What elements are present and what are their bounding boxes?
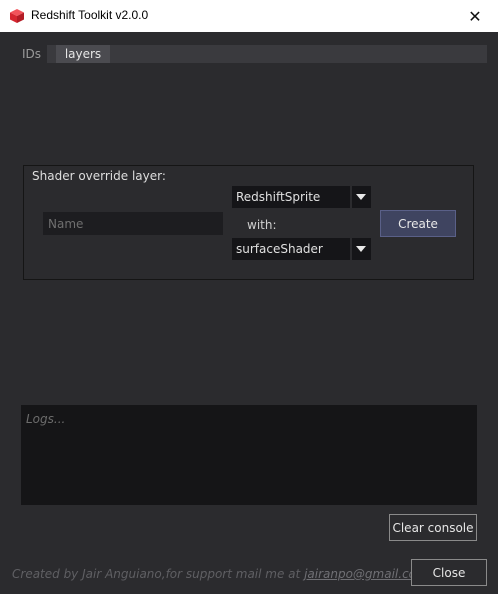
dropdown-divider [350,186,352,208]
source-shader-dropdown[interactable]: RedshiftSprite [232,186,371,208]
window-titlebar: Redshift Toolkit v2.0.0 ✕ [0,0,498,32]
create-button[interactable]: Create [380,210,456,237]
window-title: Redshift Toolkit v2.0.0 [31,8,149,22]
close-button[interactable]: Close [411,559,487,586]
shader-override-title: Shader override layer: [32,169,166,183]
tab-bar: IDs layers [18,45,487,63]
tab-layers[interactable]: layers [56,45,110,63]
tab-ids[interactable]: IDs [18,45,48,63]
footer-credit: Created by Jair Anguiano,for support mai… [12,567,428,581]
target-shader-dropdown[interactable]: surfaceShader [232,238,371,260]
credit-text: Created by Jair Anguiano,for support mai… [12,567,305,581]
support-email-link[interactable]: jairanpo@gmail.com [304,567,428,581]
with-label: with: [247,218,277,232]
chevron-down-icon [356,246,366,252]
target-shader-value: surfaceShader [236,242,323,256]
source-shader-value: RedshiftSprite [236,190,321,204]
dropdown-divider [350,238,352,260]
window-close-icon[interactable]: ✕ [452,0,498,32]
logs-console[interactable] [21,405,477,505]
chevron-down-icon [356,194,366,200]
clear-console-button[interactable]: Clear console [389,514,477,541]
redshift-cube-icon [10,9,24,23]
layer-name-input[interactable] [43,212,223,235]
